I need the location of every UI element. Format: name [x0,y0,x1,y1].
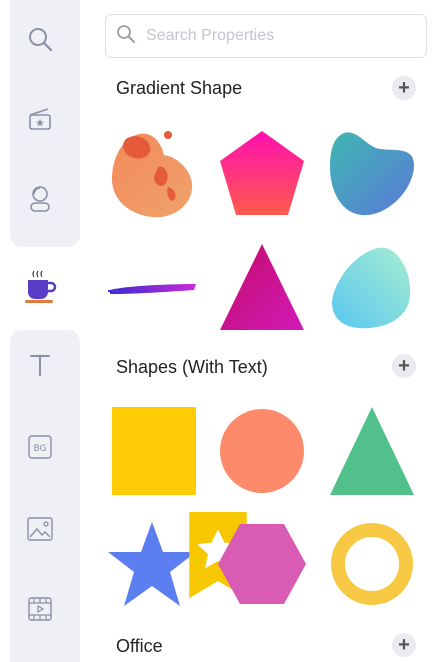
gradient-wave-blob-shape[interactable] [326,127,418,219]
search-icon[interactable] [21,20,59,58]
section-title-office: Office [116,636,163,656]
section-title-shapes-with-text: Shapes (With Text) [116,357,268,377]
search-box[interactable] [105,14,427,58]
hexagon-shape[interactable] [216,518,308,610]
text-icon[interactable] [21,346,59,384]
add-office-button[interactable]: + [392,633,416,657]
video-icon[interactable] [21,590,59,628]
circle-shape[interactable] [216,405,308,497]
search-field-icon [116,24,136,49]
character-icon[interactable] [21,180,59,218]
favorite-badge-icon[interactable] [172,512,247,599]
gradient-brush-stroke-shape[interactable] [106,240,198,332]
search-input[interactable] [144,26,426,46]
gradient-pentagon-shape[interactable] [216,127,308,219]
add-shapes-with-text-button[interactable]: + [392,354,416,378]
add-gradient-shape-button[interactable]: + [392,76,416,100]
gradient-rounded-blob-shape[interactable] [326,240,418,332]
square-shape[interactable] [110,405,202,497]
section-title-gradient-shape: Gradient Shape [116,78,243,98]
coffee-cup-icon[interactable] [21,268,59,306]
ring-shape[interactable] [326,518,418,610]
background-icon[interactable]: BG [21,428,59,466]
scene-icon[interactable] [21,100,59,138]
svg-text:BG: BG [34,444,47,454]
image-icon[interactable] [21,510,59,548]
triangle-shape[interactable] [326,405,418,497]
gradient-splash-blob-shape[interactable] [106,127,198,219]
gradient-triangle-shape[interactable] [216,240,308,332]
